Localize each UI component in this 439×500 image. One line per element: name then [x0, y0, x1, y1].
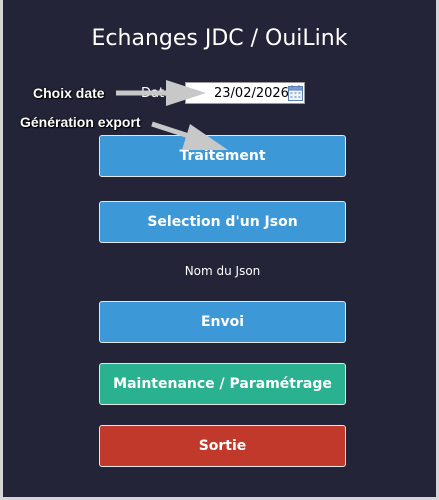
envoi-button[interactable]: Envoi: [99, 301, 346, 343]
date-input[interactable]: 23/02/2026: [185, 82, 305, 104]
maintenance-button[interactable]: Maintenance / Paramétrage: [99, 363, 346, 405]
sortie-button[interactable]: Sortie: [99, 425, 346, 467]
json-name-label: Nom du Json: [184, 264, 261, 278]
choix-date-annotation: Choix date: [33, 85, 105, 101]
calendar-icon[interactable]: [288, 85, 303, 101]
date-label: Date: [141, 86, 173, 101]
main-panel: Echanges JDC / OuiLink Date 23/02/2026 T…: [0, 0, 439, 500]
selection-json-button[interactable]: Selection d'un Json: [99, 201, 346, 243]
generation-export-annotation: Génération export: [20, 114, 141, 130]
window-title: Echanges JDC / OuiLink: [91, 26, 348, 51]
date-value: 23/02/2026: [214, 86, 289, 101]
traitement-button[interactable]: Traitement: [99, 135, 346, 177]
